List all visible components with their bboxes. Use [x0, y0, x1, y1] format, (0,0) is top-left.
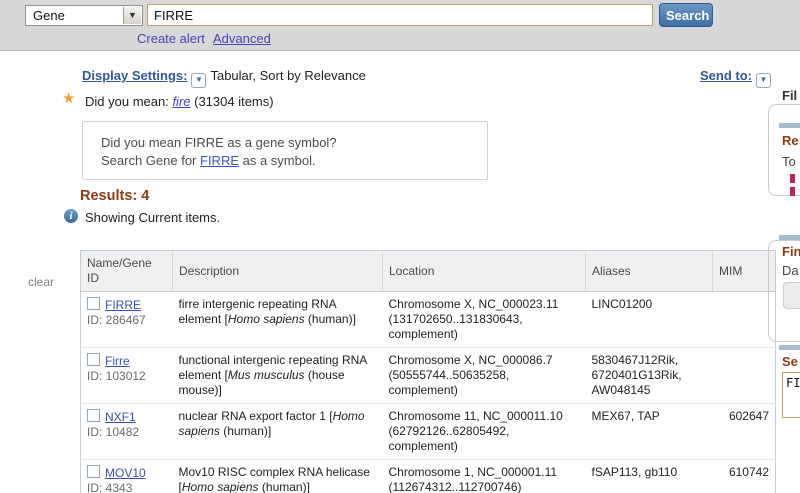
- row-checkbox[interactable]: [87, 409, 100, 422]
- table-row: Firre ID: 103012 functional intergenic re…: [80, 347, 776, 404]
- sidebar-results-by-header: Re: [782, 133, 799, 148]
- info-icon: i: [64, 209, 78, 223]
- search-header-bar: Gene ▼ Search Create alert Advanced: [0, 0, 800, 51]
- column-header-description[interactable]: Description: [172, 250, 383, 292]
- gene-id: ID: 4343: [87, 481, 133, 493]
- sidebar-search-details-header: Se: [782, 354, 798, 369]
- display-settings-dropdown-icon[interactable]: ▼: [191, 73, 207, 88]
- gene-mim: [712, 347, 776, 404]
- search-input[interactable]: [147, 4, 653, 26]
- search-details-textarea[interactable]: FI: [782, 372, 800, 418]
- column-header-name[interactable]: Name/Gene ID: [80, 250, 173, 292]
- gene-id: ID: 10482: [87, 425, 140, 439]
- species-name: Homo sapiens: [227, 312, 305, 326]
- sidebar-divider: [779, 345, 800, 350]
- row-checkbox[interactable]: [87, 297, 100, 310]
- column-header-aliases[interactable]: Aliases: [585, 250, 713, 292]
- send-to-link[interactable]: Send to:: [700, 68, 752, 83]
- sidebar-top-organisms-label: To: [782, 154, 796, 169]
- gene-description: nuclear RNA export factor 1 [Homo sapien…: [172, 403, 383, 460]
- gene-description: Mov10 RISC complex RNA helicase [Homo sa…: [172, 459, 383, 493]
- gene-search-results-page: Gene ▼ Search Create alert Advanced Disp…: [0, 0, 800, 493]
- search-button[interactable]: Search: [659, 3, 713, 27]
- advanced-search-link[interactable]: Advanced: [213, 31, 271, 46]
- suggestion-line2: Search Gene for FIRRE as a symbol.: [101, 153, 316, 168]
- sidebar-divider: [779, 235, 800, 240]
- gene-id: ID: 286467: [87, 313, 146, 327]
- gene-mim: 602647: [712, 403, 776, 460]
- suggestion-line1: Did you mean FIRRE as a gene symbol?: [101, 135, 337, 150]
- did-you-mean-prefix: Did you mean:: [85, 94, 173, 109]
- table-header-row: Name/Gene ID Description Location Aliase…: [80, 250, 776, 292]
- clear-filter-link[interactable]: clear: [28, 275, 54, 289]
- display-settings-group: Display Settings: ▼ Tabular, Sort by Relev…: [82, 67, 366, 88]
- sidebar-database-select[interactable]: [783, 282, 800, 309]
- sidebar-divider: [779, 123, 800, 128]
- column-header-mim[interactable]: MIM: [712, 250, 776, 292]
- gene-mim: 610742: [712, 459, 776, 493]
- gene-aliases: MEX67, TAP: [585, 403, 713, 460]
- sidebar-filters-box: [768, 104, 800, 196]
- gene-name-link[interactable]: NXF1: [105, 410, 136, 424]
- gene-symbol-suggestion-box: Did you mean FIRRE as a gene symbol? Sea…: [82, 121, 488, 180]
- send-to-dropdown-icon[interactable]: ▼: [756, 73, 771, 88]
- database-select-value: Gene: [33, 8, 65, 23]
- gene-description: firre intergenic repeating RNA element […: [178, 297, 356, 326]
- gene-id: ID: 103012: [87, 369, 146, 383]
- gene-aliases: LINC01200: [591, 297, 653, 311]
- sidebar-database-label: Da: [782, 263, 799, 278]
- sidebar-find-related-header: Fin: [782, 244, 800, 259]
- gene-name-link[interactable]: Firre: [105, 354, 130, 368]
- organism-link-fragment[interactable]: [790, 187, 795, 196]
- create-alert-link[interactable]: Create alert: [137, 31, 205, 46]
- gene-location: Chromosome X, NC_000086.7 (50555744..506…: [382, 347, 586, 404]
- column-header-location[interactable]: Location: [382, 250, 586, 292]
- table-row: MOV10 ID: 4343 Mov10 RISC complex RNA hel…: [80, 459, 776, 493]
- database-select[interactable]: Gene ▼: [25, 5, 143, 26]
- row-checkbox[interactable]: [87, 465, 100, 478]
- symbol-search-link[interactable]: FIRRE: [200, 153, 239, 168]
- species-name: Homo sapiens: [181, 480, 259, 493]
- star-icon: ★: [62, 90, 76, 107]
- gene-name-link[interactable]: FIRRE: [105, 298, 141, 312]
- select-dropdown-arrow-icon[interactable]: ▼: [123, 7, 141, 24]
- sidebar-filters-title: Fil: [782, 88, 798, 103]
- table-row: FIRRE ID: 286467 firre intergenic repeati…: [81, 292, 776, 348]
- organism-link-fragment[interactable]: [790, 174, 795, 183]
- gene-description: functional intergenic repeating RNA elem…: [172, 347, 383, 404]
- gene-aliases: 5830467J12Rik, 6720401G13Rik, AW048145: [585, 347, 713, 404]
- gene-location: Chromosome 1, NC_000001.11 (112674312..1…: [382, 459, 586, 493]
- row-checkbox[interactable]: [87, 353, 100, 366]
- did-you-mean-count: (31304 items): [190, 94, 274, 109]
- gene-aliases: fSAP113, gb110: [585, 459, 713, 493]
- gene-location: Chromosome 11, NC_000011.10 (62792126..6…: [382, 403, 586, 460]
- species-name: Mus musculus: [227, 368, 305, 382]
- display-settings-link[interactable]: Display Settings:: [82, 68, 187, 83]
- gene-name-link[interactable]: MOV10: [105, 466, 146, 480]
- send-to-group: Send to: ▼: [700, 67, 775, 88]
- gene-results-table: Name/Gene ID Description Location Aliase…: [80, 250, 776, 493]
- gene-mim: [713, 292, 776, 348]
- gene-location: Chromosome X, NC_000023.11 (131702650..1…: [388, 297, 559, 341]
- results-count-heading: Results: 4: [80, 188, 150, 204]
- did-you-mean-line: Did you mean: fire (31304 items): [85, 94, 274, 109]
- results-status-text: Showing Current items.: [85, 210, 221, 225]
- suggested-term-link[interactable]: fire: [172, 94, 190, 109]
- display-mode-text: Tabular, Sort by Relevance: [210, 68, 366, 83]
- table-row: NXF1 ID: 10482 nuclear RNA export factor …: [80, 403, 776, 460]
